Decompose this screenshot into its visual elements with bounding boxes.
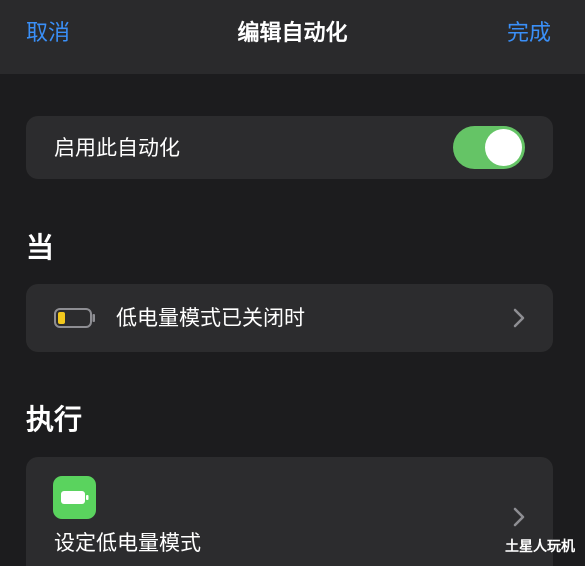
- trigger-row[interactable]: 低电量模式已关闭时: [26, 284, 553, 352]
- chevron-right-icon: [513, 507, 525, 527]
- battery-full-icon: [61, 491, 89, 504]
- battery-app-icon: [53, 476, 96, 519]
- enable-automation-label: 启用此自动化: [54, 136, 180, 160]
- battery-low-icon: [54, 308, 95, 328]
- do-section-header: 执行: [26, 403, 83, 436]
- trigger-label: 低电量模式已关闭时: [116, 306, 305, 330]
- toggle-knob: [485, 129, 522, 166]
- chevron-right-icon: [513, 308, 525, 328]
- enable-automation-row: 启用此自动化: [26, 116, 553, 179]
- edit-automation-screen: 取消 编辑自动化 完成 启用此自动化 当 低电量模式已关闭时 执行 设定低电量模…: [0, 0, 585, 566]
- action-label: 设定低电量模式: [54, 531, 201, 555]
- action-row[interactable]: 设定低电量模式: [26, 457, 553, 566]
- page-title: 编辑自动化: [237, 21, 348, 46]
- navigation-bar: 取消 编辑自动化 完成: [0, 0, 585, 74]
- watermark: 土星人玩机: [505, 539, 575, 555]
- enable-automation-toggle[interactable]: [453, 126, 525, 169]
- done-button[interactable]: 完成: [507, 18, 551, 50]
- when-section-header: 当: [26, 231, 55, 264]
